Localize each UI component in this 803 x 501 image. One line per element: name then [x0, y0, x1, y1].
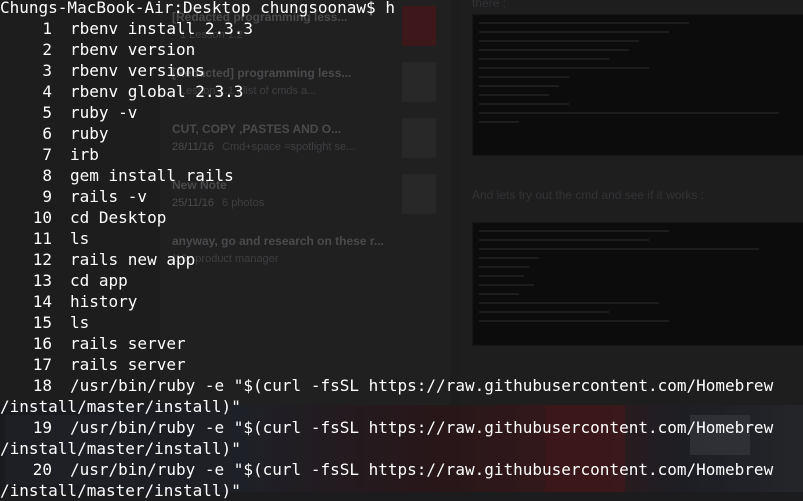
history-command: rbenv global 2.3.3	[70, 82, 244, 101]
history-number: 8	[42, 166, 52, 185]
history-number: 19	[32, 418, 52, 437]
history-command: rbenv install 2.3.3	[70, 19, 254, 38]
history-command: ruby	[70, 124, 109, 143]
history-number: 14	[32, 292, 52, 311]
history-line-continuation: /install/master/install)"	[0, 439, 241, 458]
history-number: 9	[42, 187, 52, 206]
history-number: 4	[42, 82, 52, 101]
history-command: rails server	[70, 355, 186, 374]
history-line: 4 rbenv global 2.3.3	[0, 81, 243, 102]
history-number: 16	[32, 334, 52, 353]
history-number: 6	[42, 124, 52, 143]
history-number: 3	[42, 61, 52, 80]
history-line-continuation: /install/master/install)"	[0, 481, 241, 500]
history-number: 13	[32, 271, 52, 290]
history-command: /usr/bin/ruby -e "$(curl -fsSL https://r…	[70, 376, 774, 395]
history-line: 13 cd app	[0, 270, 128, 291]
history-number: 2	[42, 40, 52, 59]
history-line: 18/usr/bin/ruby -e "$(curl -fsSL https:/…	[0, 375, 773, 396]
history-number: 20	[32, 460, 52, 479]
history-command: ruby -v	[70, 103, 138, 122]
history-command: rails -v	[70, 187, 148, 206]
history-line: 3 rbenv versions	[0, 60, 205, 81]
history-number: 10	[32, 208, 52, 227]
history-command: ls	[70, 229, 90, 248]
history-command: cd Desktop	[70, 208, 167, 227]
history-line: 9 rails -v	[0, 186, 147, 207]
terminal-window[interactable]: Chungs-MacBook-Air:Desktop chungsoonaw$ …	[0, 0, 803, 500]
history-line: 2 rbenv version	[0, 39, 195, 60]
history-line: 14 history	[0, 291, 138, 312]
history-command: rbenv version	[70, 40, 196, 59]
history-line: 12 rails new app	[0, 249, 196, 270]
history-command: irb	[70, 145, 99, 164]
history-number: 7	[42, 145, 52, 164]
terminal-prompt: Chungs-MacBook-Air:Desktop chungsoonaw$ …	[0, 0, 395, 17]
history-number: 17	[32, 355, 52, 374]
history-line: 19/usr/bin/ruby -e "$(curl -fsSL https:/…	[0, 417, 773, 438]
history-number: 18	[32, 376, 52, 395]
history-command: ls	[70, 313, 90, 332]
history-line: 20/usr/bin/ruby -e "$(curl -fsSL https:/…	[0, 459, 773, 480]
history-number: 12	[32, 250, 52, 269]
history-number: 5	[42, 103, 52, 122]
history-command: rbenv versions	[70, 61, 205, 80]
history-line: 17 rails server	[0, 354, 186, 375]
history-line: 8 gem install rails	[0, 165, 234, 186]
history-line: 7 irb	[0, 144, 99, 165]
history-line: 5 ruby -v	[0, 102, 137, 123]
history-line: 11 ls	[0, 228, 90, 249]
history-command: gem install rails	[70, 166, 234, 185]
history-command: rails new app	[70, 250, 196, 269]
history-command: history	[70, 292, 138, 311]
history-command: /usr/bin/ruby -e "$(curl -fsSL https://r…	[70, 460, 774, 479]
history-number: 11	[32, 229, 52, 248]
history-number: 15	[32, 313, 52, 332]
history-command: /usr/bin/ruby -e "$(curl -fsSL https://r…	[70, 418, 774, 437]
history-command: rails server	[70, 334, 186, 353]
history-line-continuation: /install/master/install)"	[0, 397, 241, 416]
history-line: 16 rails server	[0, 333, 186, 354]
history-line: 6 ruby	[0, 123, 109, 144]
history-number: 1	[42, 19, 52, 38]
history-line: 15 ls	[0, 312, 90, 333]
history-line: 1 rbenv install 2.3.3	[0, 18, 253, 39]
history-line: 10 cd Desktop	[0, 207, 167, 228]
history-command: cd app	[70, 271, 128, 290]
